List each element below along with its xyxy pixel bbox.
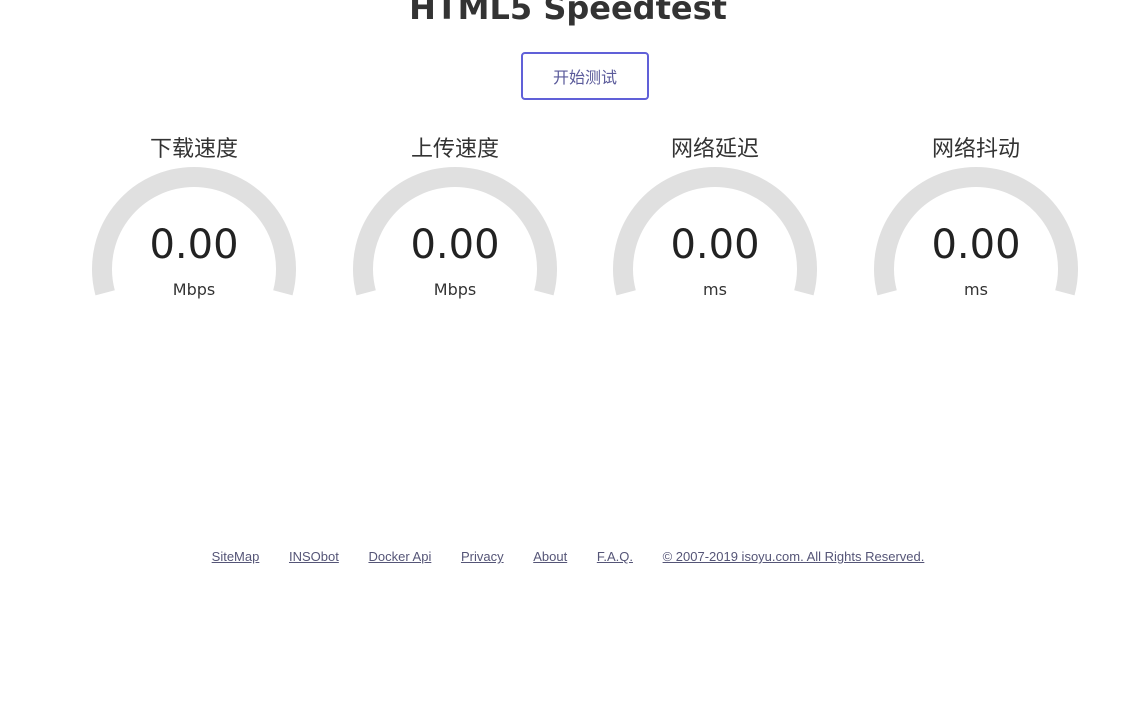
download-meter: 下载速度 0.00 Mbps — [84, 132, 304, 312]
speedtest-page: HTML5 Speedtest 开始测试 下载速度 0.00 Mbps 上传速度… — [0, 0, 1136, 710]
meter-title: 下载速度 — [149, 137, 238, 162]
meter-title: 网络抖动 — [931, 137, 1020, 162]
meter-value: 0.00 — [670, 222, 760, 268]
footer-link-docker-api[interactable]: Docker Api — [368, 549, 431, 564]
footer-link-faq[interactable]: F.A.Q. — [597, 549, 633, 564]
meter-unit: Mbps — [433, 280, 477, 299]
meter-value: 0.00 — [149, 222, 239, 268]
page-title: HTML5 Speedtest — [409, 0, 727, 27]
meter-unit: ms — [964, 280, 988, 299]
meter-value: 0.00 — [931, 222, 1021, 268]
footer-links: SiteMap INSObot Docker Api Privacy About… — [0, 548, 1136, 566]
footer-link-insobot[interactable]: INSObot — [289, 549, 339, 564]
latency-meter: 网络延迟 0.00 ms — [605, 132, 825, 312]
meter-unit: Mbps — [172, 280, 216, 299]
meter-unit: ms — [703, 280, 727, 299]
meter-title: 网络延迟 — [670, 137, 759, 162]
footer-link-sitemap[interactable]: SiteMap — [212, 549, 260, 564]
start-test-button[interactable]: 开始测试 — [521, 52, 649, 100]
footer-link-privacy[interactable]: Privacy — [461, 549, 504, 564]
meter-title: 上传速度 — [410, 137, 499, 162]
meter-value: 0.00 — [410, 222, 500, 268]
jitter-meter: 网络抖动 0.00 ms — [866, 132, 1086, 312]
footer-link-about[interactable]: About — [533, 549, 567, 564]
footer-link-copyright[interactable]: © 2007-2019 isoyu.com. All Rights Reserv… — [663, 549, 925, 564]
upload-meter: 上传速度 0.00 Mbps — [345, 132, 565, 312]
